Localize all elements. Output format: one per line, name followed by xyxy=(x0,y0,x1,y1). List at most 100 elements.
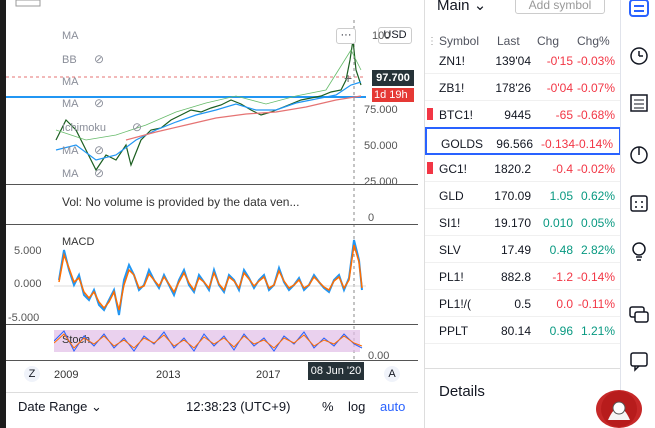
row-change: -0.134 xyxy=(540,137,575,151)
indicator-bb[interactable]: BB xyxy=(62,54,77,66)
pane-separator xyxy=(6,360,418,361)
watchlist-row[interactable]: ZN1! 139'04 -0'15 -0.03% xyxy=(425,46,621,74)
row-change: -0'15 xyxy=(546,54,573,68)
row-change-pct: -0.03% xyxy=(576,54,615,68)
crosshair-plus-icon[interactable]: + xyxy=(344,70,352,86)
percent-toggle[interactable]: % xyxy=(322,399,334,414)
watchlist-icon[interactable] xyxy=(628,0,650,22)
date-range-label: Date Range xyxy=(18,399,88,414)
watchlist-row[interactable]: GLD 170.09 1.05 0.62% xyxy=(425,181,621,209)
eye-hidden-icon[interactable]: ⊘ xyxy=(94,166,104,180)
price-axis-label: 75.000 xyxy=(364,104,398,116)
macd-axis-label: 0.000 xyxy=(14,278,42,290)
pane-separator[interactable] xyxy=(6,324,418,325)
row-change: 0.010 xyxy=(542,216,573,230)
row-last: 882.8 xyxy=(500,270,531,284)
row-symbol: SLV xyxy=(439,243,461,257)
crosshair-date-tag: 08 Jun '20 xyxy=(308,362,364,380)
date-range-button[interactable]: Date Range ⌄ xyxy=(18,399,102,415)
row-change-pct: -0.68% xyxy=(576,108,615,122)
row-last: 1820.2 xyxy=(494,162,531,176)
row-last: 0.5 xyxy=(514,297,531,311)
auto-scale-a-button[interactable]: A xyxy=(384,366,400,382)
chevron-down-icon: ⌄ xyxy=(473,0,487,14)
hotlist-icon[interactable] xyxy=(628,144,650,166)
indicator-ichimoku[interactable]: Ichimoku xyxy=(62,122,106,134)
row-change-pct: 0.62% xyxy=(580,189,615,203)
watchlist-row[interactable]: PPLT 80.14 0.96 1.21% xyxy=(425,316,621,344)
alarm-clock-icon[interactable] xyxy=(628,44,650,66)
chart-area[interactable]: MA BB ⊘ MA MA ⊘ Ichimoku ⊘ MA ⊘ MA ⊘ ···… xyxy=(6,0,418,428)
row-change: -65 xyxy=(555,108,573,122)
watchlist-row[interactable]: PL1! 882.8 -1.2 -0.14% xyxy=(425,262,621,290)
pane-separator[interactable] xyxy=(6,184,418,185)
row-change-pct: 2.82% xyxy=(580,243,615,257)
row-change: 0.48 xyxy=(549,243,573,257)
watchlist-row[interactable]: SI1! 19.170 0.010 0.05% xyxy=(425,208,621,236)
chart-bottom-bar: Date Range ⌄ 12:38:23 (UTC+9) % log auto xyxy=(6,392,418,428)
row-change-pct: -0.14% xyxy=(576,270,615,284)
macd-chart-svg xyxy=(54,239,366,316)
pane-separator[interactable] xyxy=(6,224,418,225)
row-symbol: GC1! xyxy=(439,162,468,176)
row-change-pct: -0.02% xyxy=(576,162,615,176)
top-toolbar-icon xyxy=(15,0,41,7)
more-options-button[interactable]: ··· xyxy=(336,28,356,44)
watchlist-row[interactable]: ZB1! 178'26 -0'04 -0.07% xyxy=(425,73,621,101)
stoch-k-line xyxy=(54,330,363,352)
row-change: 0.0 xyxy=(556,297,573,311)
watchlist-title-text: Main xyxy=(437,0,470,14)
indicator-ma-3[interactable]: MA xyxy=(62,98,79,110)
row-last: 9445 xyxy=(504,108,531,122)
details-section[interactable]: Details xyxy=(425,368,621,412)
indicator-ma-4[interactable]: MA xyxy=(62,145,79,157)
row-change: 1.05 xyxy=(549,189,573,203)
indicator-ma-5[interactable]: MA xyxy=(62,168,79,180)
macd-axis-label: 5.000 xyxy=(14,245,42,257)
row-last: 17.49 xyxy=(500,243,531,257)
row-last: 170.09 xyxy=(494,189,531,203)
row-change: -0'04 xyxy=(546,81,573,95)
chats-icon[interactable] xyxy=(628,304,650,326)
log-toggle[interactable]: log xyxy=(348,399,365,414)
red-flag-icon[interactable] xyxy=(427,162,433,174)
row-symbol: GLD xyxy=(439,189,464,203)
watchlist-row[interactable]: GOLDS 96.566 -0.134 -0.14% xyxy=(425,127,621,155)
streamer-avatar xyxy=(596,390,642,428)
watchlist-panel: Main ⌄ Add symbol ⋮ Symbol Last Chg Chg%… xyxy=(424,0,621,428)
row-change: -0.4 xyxy=(552,162,573,176)
row-symbol: PL1! xyxy=(439,270,464,284)
watchlist-row[interactable]: SLV 17.49 0.48 2.82% xyxy=(425,235,621,263)
idea-lightbulb-icon[interactable] xyxy=(628,240,650,262)
row-change-pct: -0.11% xyxy=(577,297,615,311)
time-axis-label: 2013 xyxy=(156,369,181,381)
clock-time[interactable]: 12:38:23 (UTC+9) xyxy=(186,399,290,414)
row-last: 19.170 xyxy=(494,216,531,230)
row-last: 139'04 xyxy=(495,54,531,68)
data-window-icon[interactable] xyxy=(628,92,650,114)
calendar-icon[interactable] xyxy=(628,192,650,214)
row-symbol: PL1!/( xyxy=(439,297,472,311)
indicator-ma-1[interactable]: MA xyxy=(62,30,79,42)
watchlist-row[interactable]: PL1!/( 0.5 0.0 -0.11% xyxy=(425,289,621,317)
eye-hidden-icon[interactable]: ⊘ xyxy=(94,52,104,66)
messages-icon[interactable] xyxy=(628,350,650,372)
watchlist-title[interactable]: Main ⌄ xyxy=(437,0,486,14)
row-last: 178'26 xyxy=(495,81,531,95)
price-axis-label: 25.000 xyxy=(364,176,398,188)
row-symbol: SI1! xyxy=(439,216,461,230)
time-axis-label: 2009 xyxy=(54,369,79,381)
zoom-z-button[interactable]: Z xyxy=(24,366,40,382)
eye-hidden-icon[interactable]: ⊘ xyxy=(94,143,104,157)
red-flag-icon[interactable] xyxy=(427,108,433,120)
add-symbol-input[interactable]: Add symbol xyxy=(515,0,605,14)
eye-hidden-icon[interactable]: ⊘ xyxy=(132,120,142,134)
current-price-tag: 97.700 xyxy=(372,70,414,86)
watchlist-row[interactable]: GC1! 1820.2 -0.4 -0.02% xyxy=(425,154,621,182)
auto-toggle[interactable]: auto xyxy=(380,399,405,414)
indicator-ma-2[interactable]: MA xyxy=(62,76,79,88)
eye-hidden-icon[interactable]: ⊘ xyxy=(94,96,104,110)
row-symbol: GOLDS xyxy=(441,137,484,151)
watchlist-row[interactable]: BTC1! 9445 -65 -0.68% xyxy=(425,100,621,128)
price-axis-label: 50.000 xyxy=(364,140,398,152)
